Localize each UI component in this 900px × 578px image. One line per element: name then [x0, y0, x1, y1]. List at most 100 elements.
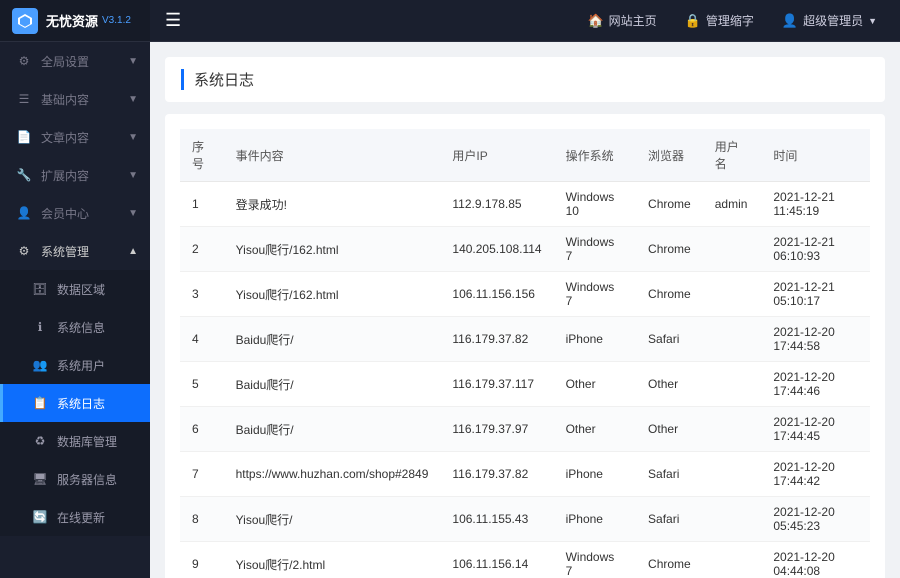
cell-id: 3 — [180, 272, 224, 317]
cell-browser: Other — [636, 362, 703, 407]
cell-time: 2021-12-20 17:44:58 — [761, 317, 870, 362]
sysuser-icon: 👥 — [31, 356, 49, 374]
cell-time: 2021-12-20 17:44:42 — [761, 452, 870, 497]
page-title: 系统日志 — [181, 69, 869, 90]
table-row: 8 Yisou爬行/ 106.11.155.43 iPhone Safari 2… — [180, 497, 870, 542]
manager-button[interactable]: 🔒 管理缩字 — [677, 8, 762, 33]
sidebar-item-member-center[interactable]: 👤 会员中心 ▼ — [0, 194, 150, 232]
arrow-icon4: ▼ — [128, 170, 138, 181]
admin-icon: 👤 — [782, 13, 798, 29]
logo-text: 无忧资源 — [46, 11, 98, 30]
cell-id: 5 — [180, 362, 224, 407]
col-browser: 浏览器 — [636, 129, 703, 182]
cell-event: 登录成功! — [224, 182, 441, 227]
cell-event: Baidu爬行/ — [224, 317, 441, 362]
cell-browser: Other — [636, 407, 703, 452]
sidebar-item-recycle-mgmt[interactable]: ♻ 数据库管理 — [0, 422, 150, 460]
cell-ip: 112.9.178.85 — [440, 182, 553, 227]
arrow-icon: ▼ — [128, 56, 138, 67]
table-row: 4 Baidu爬行/ 116.179.37.82 iPhone Safari 2… — [180, 317, 870, 362]
cell-event: Yisou爬行/2.html — [224, 542, 441, 578]
basic-icon: ☰ — [15, 90, 33, 108]
sidebar-item-server-info[interactable]: 🖥 服务器信息 — [0, 460, 150, 498]
cell-browser: Chrome — [636, 227, 703, 272]
cell-ip: 106.11.156.156 — [440, 272, 553, 317]
sidebar-item-global-settings[interactable]: ⚙ 全局设置 ▼ — [0, 42, 150, 80]
sidebar-item-online-update[interactable]: 🔄 在线更新 — [0, 498, 150, 536]
table-row: 5 Baidu爬行/ 116.179.37.117 Other Other 20… — [180, 362, 870, 407]
log-icon: 📋 — [31, 394, 49, 412]
cell-user — [703, 542, 762, 578]
cell-user: admin — [703, 182, 762, 227]
cell-os: Windows 10 — [554, 182, 636, 227]
cell-ip: 106.11.155.43 — [440, 497, 553, 542]
arrow-icon6: ▲ — [128, 246, 138, 257]
cell-user — [703, 272, 762, 317]
settings-icon: ⚙ — [15, 52, 33, 70]
cell-os: Windows 7 — [554, 272, 636, 317]
cell-os: Other — [554, 407, 636, 452]
gear-icon: ⚙ — [15, 242, 33, 260]
cell-os: iPhone — [554, 317, 636, 362]
cell-ip: 116.179.37.117 — [440, 362, 553, 407]
sidebar-item-system-mgmt[interactable]: ⚙ 系统管理 ▲ — [0, 232, 150, 270]
col-time: 时间 — [761, 129, 870, 182]
cell-browser: Safari — [636, 497, 703, 542]
recycle-icon: ♻ — [31, 432, 49, 450]
table-row: 1 登录成功! 112.9.178.85 Windows 10 Chrome a… — [180, 182, 870, 227]
cell-time: 2021-12-20 04:44:08 — [761, 542, 870, 578]
cell-time: 2021-12-20 17:44:45 — [761, 407, 870, 452]
db-icon: 🗄 — [31, 280, 49, 298]
table-row: 2 Yisou爬行/162.html 140.205.108.114 Windo… — [180, 227, 870, 272]
cell-time: 2021-12-21 06:10:93 — [761, 227, 870, 272]
cell-os: Windows 7 — [554, 227, 636, 272]
topbar: ☰ 🏠 网站主页 🔒 管理缩字 👤 超级管理员 ▼ — [150, 0, 900, 42]
sidebar-item-system-user[interactable]: 👥 系统用户 — [0, 346, 150, 384]
cell-browser: Chrome — [636, 272, 703, 317]
topbar-right: 🏠 网站主页 🔒 管理缩字 👤 超级管理员 ▼ — [579, 8, 885, 33]
update-icon: 🔄 — [31, 508, 49, 526]
sidebar-item-system-log[interactable]: 📋 系统日志 — [0, 384, 150, 422]
sidebar-item-data-backup[interactable]: 🗄 数据区域 — [0, 270, 150, 308]
arrow-icon2: ▼ — [128, 94, 138, 105]
cell-browser: Chrome — [636, 182, 703, 227]
cell-browser: Chrome — [636, 542, 703, 578]
home-icon: 🏠 — [587, 13, 603, 29]
cell-ip: 140.205.108.114 — [440, 227, 553, 272]
main-area: ☰ 🏠 网站主页 🔒 管理缩字 👤 超级管理员 ▼ 系统日志 — [150, 0, 900, 578]
server-icon: 🖥 — [31, 470, 49, 488]
sidebar-item-basic-content[interactable]: ☰ 基础内容 ▼ — [0, 80, 150, 118]
site-link-button[interactable]: 🏠 网站主页 — [579, 8, 664, 33]
sidebar-item-extend-content[interactable]: 🔧 扩展内容 ▼ — [0, 156, 150, 194]
cell-event: Yisou爬行/162.html — [224, 272, 441, 317]
admin-button[interactable]: 👤 超级管理员 ▼ — [774, 8, 885, 33]
menu-toggle-button[interactable]: ☰ — [165, 10, 181, 31]
cell-event: Baidu爬行/ — [224, 362, 441, 407]
cell-browser: Safari — [636, 452, 703, 497]
cell-id: 9 — [180, 542, 224, 578]
sidebar-item-article-content[interactable]: 📄 文章内容 ▼ — [0, 118, 150, 156]
cell-user — [703, 317, 762, 362]
cell-user — [703, 362, 762, 407]
cell-id: 7 — [180, 452, 224, 497]
cell-event: Yisou爬行/162.html — [224, 227, 441, 272]
cell-ip: 116.179.37.82 — [440, 452, 553, 497]
cell-os: Other — [554, 362, 636, 407]
logo-version: V3.1.2 — [102, 15, 131, 26]
arrow-icon5: ▼ — [128, 208, 138, 219]
log-table: 序号 事件内容 用户IP 操作系统 浏览器 用户名 时间 1 登录成功! 112… — [180, 129, 870, 578]
cell-id: 2 — [180, 227, 224, 272]
table-body: 1 登录成功! 112.9.178.85 Windows 10 Chrome a… — [180, 182, 870, 578]
cell-id: 6 — [180, 407, 224, 452]
col-id: 序号 — [180, 129, 224, 182]
cell-id: 4 — [180, 317, 224, 362]
cell-id: 1 — [180, 182, 224, 227]
cell-event: Yisou爬行/ — [224, 497, 441, 542]
lock-icon: 🔒 — [685, 13, 701, 29]
cell-user — [703, 407, 762, 452]
sidebar-menu: ⚙ 全局设置 ▼ ☰ 基础内容 ▼ 📄 文章内容 ▼ 🔧 扩展内容 ▼ 👤 会员… — [0, 42, 150, 578]
table-row: 6 Baidu爬行/ 116.179.37.97 Other Other 202… — [180, 407, 870, 452]
col-user: 用户名 — [703, 129, 762, 182]
sidebar-item-system-info[interactable]: ℹ 系统信息 — [0, 308, 150, 346]
cell-time: 2021-12-20 05:45:23 — [761, 497, 870, 542]
